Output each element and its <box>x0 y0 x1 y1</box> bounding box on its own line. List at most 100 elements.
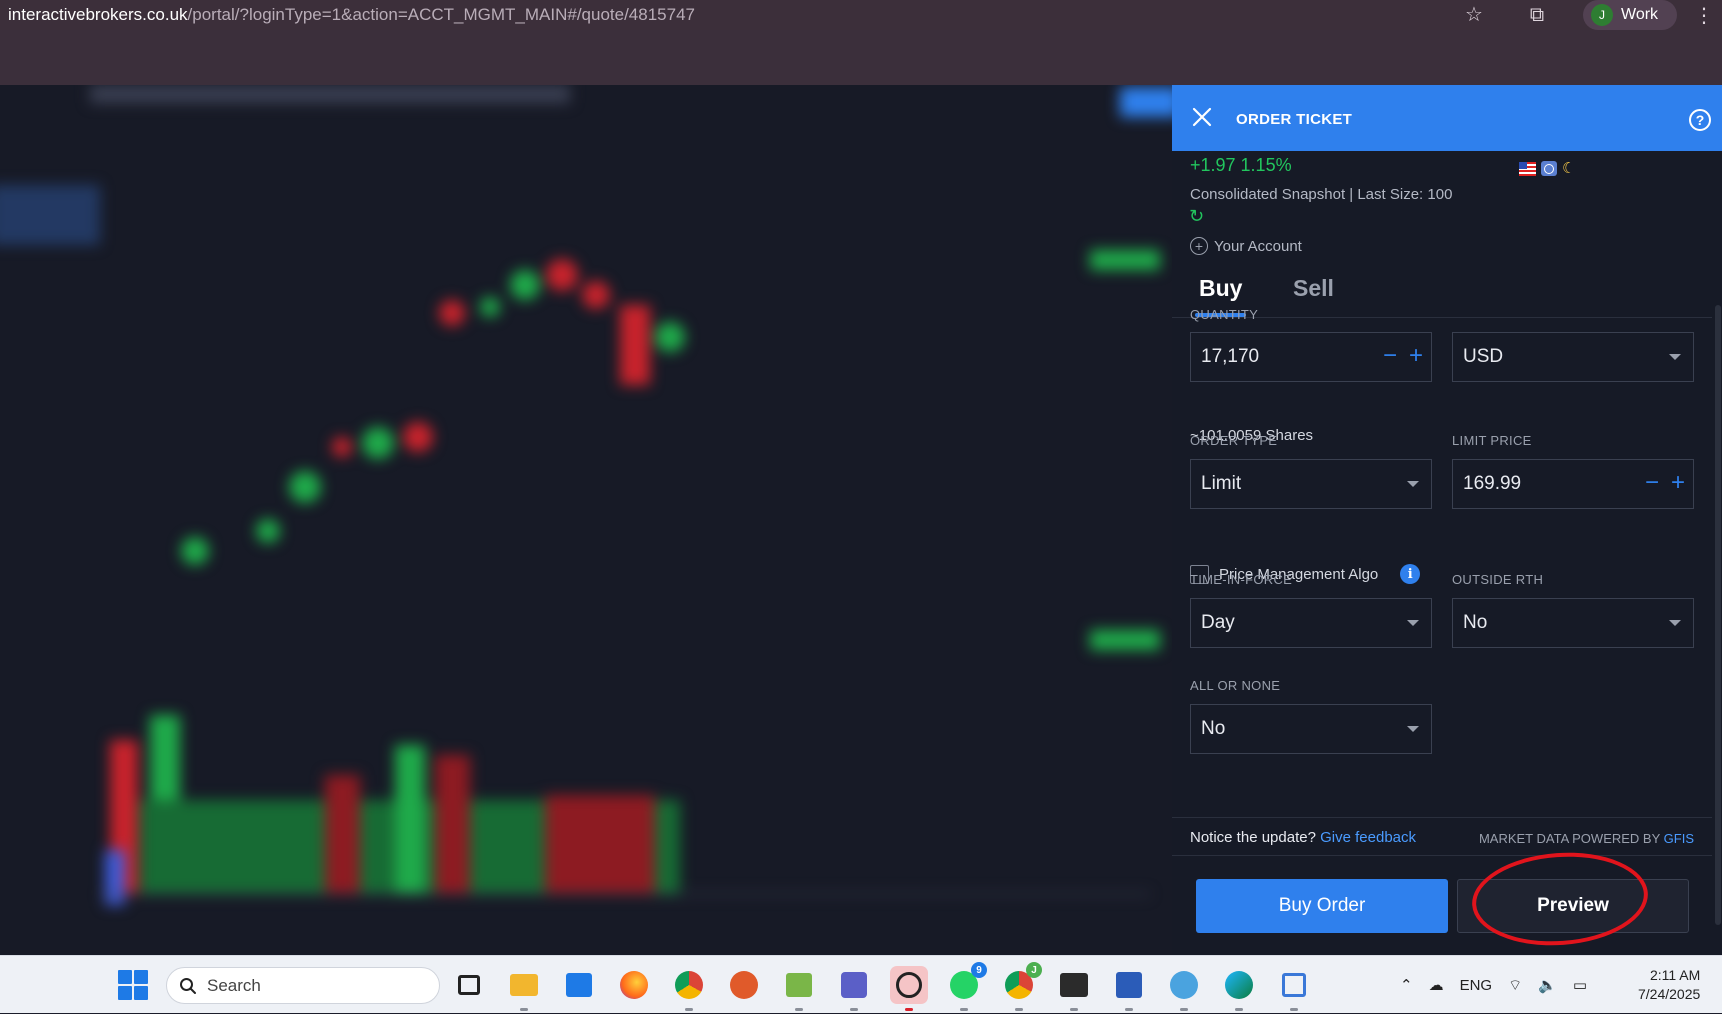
preview-button[interactable]: Preview <box>1457 879 1689 933</box>
volume-icon[interactable]: 🔈 <box>1538 976 1557 994</box>
order-type-value: Limit <box>1201 473 1242 494</box>
terminal-icon[interactable] <box>1055 966 1093 1011</box>
remote-desktop-icon[interactable] <box>725 966 763 1004</box>
start-button[interactable] <box>118 970 148 1000</box>
chevron-down-icon <box>1407 481 1419 487</box>
quantity-value: 17,170 <box>1201 346 1260 367</box>
plus-circle-icon: + <box>1190 237 1208 255</box>
taskbar-clock[interactable]: 2:11 AM 7/24/2025 <box>1638 966 1700 1004</box>
limit-price-decrement-icon[interactable]: − <box>1645 471 1659 495</box>
snapshot-info: Consolidated Snapshot | Last Size: 100 <box>1190 186 1453 203</box>
clock-date: 7/24/2025 <box>1638 986 1701 1002</box>
clock-time: 2:11 AM <box>1649 967 1701 983</box>
quantity-increment-icon[interactable]: + <box>1409 344 1423 368</box>
search-icon <box>180 977 196 994</box>
outside-rth-value: No <box>1463 612 1488 633</box>
address-bar[interactable]: interactivebrokers.co.uk/portal/?loginTy… <box>8 5 695 25</box>
ticket-scrollbar-thumb[interactable] <box>1715 305 1721 925</box>
buy-order-button[interactable]: Buy Order <box>1196 879 1448 933</box>
image-editor-icon[interactable] <box>780 966 818 1011</box>
chrome-profile-badge: J <box>1026 962 1042 978</box>
outside-rth-select[interactable]: No <box>1452 598 1694 648</box>
help-icon[interactable]: ? <box>1689 109 1711 131</box>
quantity-decrement-icon[interactable]: − <box>1383 344 1397 368</box>
firefox-icon[interactable] <box>615 966 653 1004</box>
footer-divider <box>1172 817 1712 818</box>
footer-notice: Notice the update? Give feedback <box>1190 829 1416 846</box>
all-or-none-value: No <box>1201 718 1226 739</box>
chevron-up-icon[interactable]: ⌃ <box>1400 976 1413 994</box>
url-host: interactivebrokers.co.uk <box>8 5 188 24</box>
windows-taskbar: Search 9 J ⌃ ☁ ENG ⌔ 🔈 ▭ 2:11 AM 7/24/20… <box>0 955 1722 1013</box>
trading-app-icon[interactable] <box>890 966 928 1011</box>
time-in-force-label: TIME-IN-FORCE <box>1190 572 1293 587</box>
profile-avatar: J <box>1591 4 1613 26</box>
market-data-attribution: MARKET DATA POWERED BY GFIS <box>1479 831 1694 846</box>
info-icon[interactable]: i <box>1400 564 1421 584</box>
price-chart-blurred <box>0 85 1172 955</box>
chevron-down-icon <box>1407 726 1419 732</box>
time-in-force-value: Day <box>1201 612 1235 633</box>
order-ticket-header: ORDER TICKET ? <box>1172 85 1722 151</box>
taskbar-search[interactable]: Search <box>166 967 440 1004</box>
chevron-down-icon <box>1407 620 1419 626</box>
chrome-icon[interactable] <box>670 966 708 1011</box>
search-placeholder: Search <box>207 975 261 995</box>
your-account-toggle[interactable]: + Your Account <box>1190 237 1302 255</box>
battery-icon[interactable]: ▭ <box>1573 976 1587 994</box>
gfis-link[interactable]: GFIS <box>1664 831 1694 846</box>
url-path: /portal/?loginType=1&action=ACCT_MGMT_MA… <box>187 5 695 24</box>
time-in-force-select[interactable]: Day <box>1190 598 1432 648</box>
bookmark-star-icon[interactable]: ☆ <box>1462 3 1486 27</box>
buttons-divider <box>1172 855 1712 856</box>
limit-price-value: 169.99 <box>1463 473 1522 494</box>
quantity-input[interactable]: 17,170 − + <box>1190 332 1432 382</box>
wifi-icon[interactable]: ⌔ <box>1508 976 1522 995</box>
market-hours-icon <box>1541 161 1557 176</box>
maps-icon[interactable] <box>1165 966 1203 1011</box>
order-ticket-title: ORDER TICKET <box>1236 111 1353 128</box>
price-change: +1.97 1.15% <box>1190 155 1292 175</box>
word-icon[interactable] <box>1110 966 1148 1011</box>
file-explorer-icon[interactable] <box>505 966 543 1011</box>
task-view-icon[interactable] <box>450 966 488 1004</box>
snipping-tool-icon[interactable] <box>1275 966 1313 1011</box>
extensions-icon[interactable]: ⧉ <box>1525 3 1549 27</box>
profile-button[interactable]: J Work <box>1583 0 1677 30</box>
microsoft-store-icon[interactable] <box>560 966 598 1004</box>
tab-buy[interactable]: Buy <box>1194 275 1247 317</box>
currency-select[interactable]: USD <box>1452 332 1694 382</box>
currency-value: USD <box>1463 346 1504 367</box>
notice-text: Notice the update? <box>1190 829 1316 846</box>
refresh-icon[interactable]: ↻ <box>1189 206 1204 227</box>
all-or-none-label: ALL OR NONE <box>1190 678 1281 693</box>
whatsapp-badge: 9 <box>971 962 987 978</box>
close-icon[interactable] <box>1188 103 1216 131</box>
powered-by-text: MARKET DATA POWERED BY <box>1478 831 1661 846</box>
market-status-icons: ☾ <box>1519 161 1575 176</box>
cloud-icon[interactable]: ☁ <box>1429 976 1444 994</box>
limit-price-increment-icon[interactable]: + <box>1671 471 1685 495</box>
profile-label: Work <box>1621 6 1659 23</box>
your-account-label: Your Account <box>1214 237 1302 255</box>
give-feedback-link[interactable]: Give feedback <box>1320 829 1416 846</box>
chevron-down-icon <box>1669 354 1681 360</box>
chevron-down-icon <box>1669 620 1681 626</box>
language-indicator[interactable]: ENG <box>1460 977 1493 994</box>
edge-icon[interactable] <box>1220 966 1258 1011</box>
all-or-none-select[interactable]: No <box>1190 704 1432 754</box>
browser-toolbar: interactivebrokers.co.uk/portal/?loginTy… <box>0 0 1722 30</box>
more-menu-icon[interactable]: ⋮ <box>1694 3 1714 28</box>
tab-sell[interactable]: Sell <box>1293 275 1334 302</box>
quantity-label: QUANTITY <box>1190 307 1259 322</box>
bookmark-bar <box>0 30 1722 85</box>
outside-rth-label: OUTSIDE RTH <box>1452 572 1544 587</box>
chrome-profile-icon[interactable]: J <box>1000 962 1042 1011</box>
order-type-label: ORDER TYPE <box>1190 433 1278 448</box>
order-type-select[interactable]: Limit <box>1190 459 1432 509</box>
teams-icon[interactable] <box>835 966 873 1011</box>
limit-price-input[interactable]: 169.99 − + <box>1452 459 1694 509</box>
limit-price-label: LIMIT PRICE <box>1452 433 1532 448</box>
us-flag-icon <box>1519 161 1536 176</box>
whatsapp-icon[interactable]: 9 <box>945 962 987 1011</box>
